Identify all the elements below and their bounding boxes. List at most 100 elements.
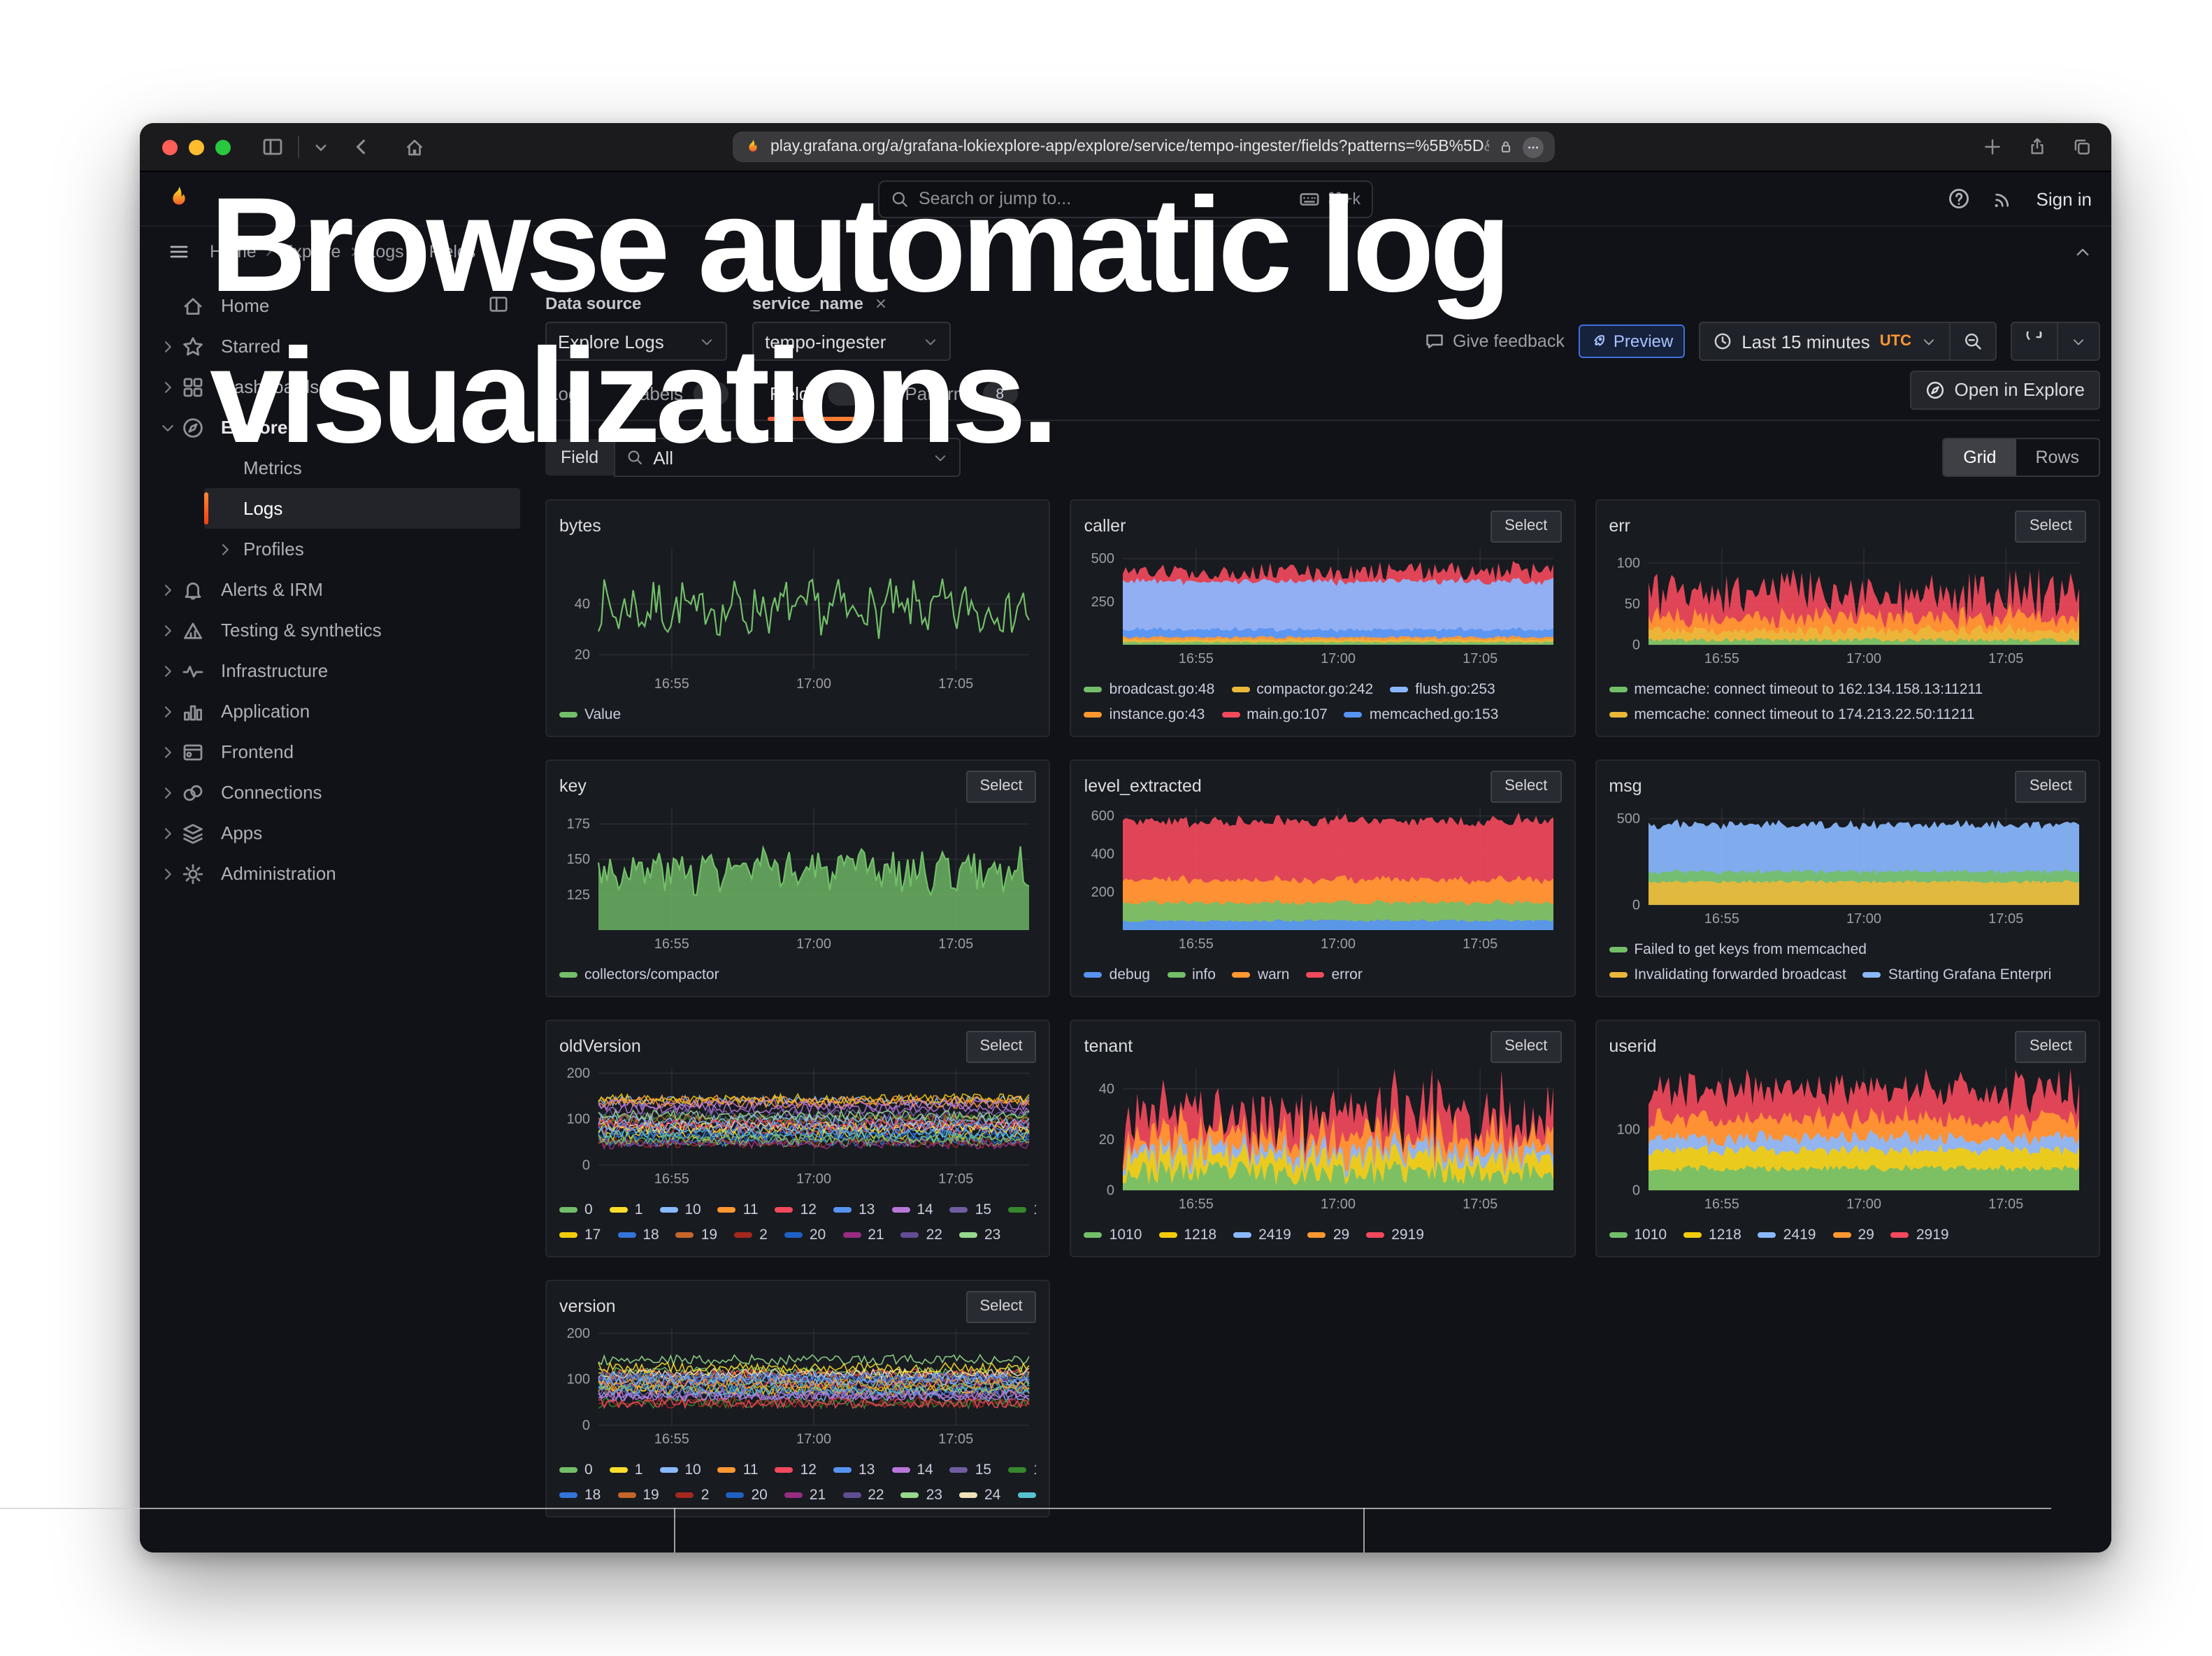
new-tab-icon[interactable] — [1983, 137, 2002, 157]
legend-item[interactable]: 12 — [775, 1462, 817, 1478]
legend-item[interactable]: 13 — [833, 1201, 875, 1218]
legend-item[interactable]: 1218 — [1158, 1227, 1216, 1243]
sidebar-item-infrastructure[interactable]: Infrastructure — [140, 650, 531, 691]
sidebar-item-testing-synthetics[interactable]: Testing & synthetics — [140, 610, 531, 650]
legend-item[interactable]: 17 — [559, 1227, 601, 1243]
legend-item[interactable]: 2 — [676, 1487, 710, 1504]
legend-item[interactable]: 18 — [559, 1487, 601, 1504]
legend-item[interactable]: 2 — [734, 1227, 768, 1243]
refresh-button[interactable] — [2011, 322, 2058, 361]
legend-item[interactable]: 19 — [617, 1487, 659, 1504]
legend-item[interactable]: 14 — [891, 1462, 933, 1478]
sidebar-item-apps[interactable]: Apps — [140, 813, 531, 853]
share-icon[interactable] — [2027, 137, 2047, 157]
legend-item[interactable]: 0 — [559, 1462, 593, 1478]
legend-item[interactable]: warn — [1233, 966, 1290, 983]
legend-item[interactable]: 2419 — [1758, 1227, 1816, 1243]
preview-badge[interactable]: Preview — [1579, 324, 1684, 358]
legend-item[interactable]: Value — [559, 706, 621, 723]
legend-item[interactable]: 15 — [950, 1201, 991, 1218]
legend-item[interactable]: flush.go:253 — [1390, 681, 1495, 698]
url-bar[interactable]: play.grafana.org/a/grafana-lokiexplore-a… — [733, 131, 1555, 162]
zoom-window-button[interactable] — [215, 139, 231, 155]
legend-item[interactable]: 2419 — [1233, 1227, 1291, 1243]
tab-overview-icon[interactable] — [2072, 137, 2092, 157]
time-range-picker[interactable]: Last 15 minutes UTC — [1698, 322, 1951, 361]
legend-item[interactable]: collectors/compactor — [559, 966, 719, 983]
legend-item[interactable]: 23 — [959, 1227, 1000, 1243]
select-button[interactable]: Select — [966, 770, 1037, 802]
legend-item[interactable]: 10 — [659, 1462, 701, 1478]
open-in-explore-button[interactable]: Open in Explore — [1910, 370, 2100, 409]
close-window-button[interactable] — [162, 139, 178, 155]
sign-in-link[interactable]: Sign in — [2037, 188, 2092, 209]
legend-item[interactable]: 16 — [1008, 1462, 1037, 1478]
sidebar-item-connections[interactable]: Connections — [140, 772, 531, 813]
legend-item[interactable]: instance.go:43 — [1084, 706, 1205, 723]
grafana-logo[interactable] — [165, 185, 193, 213]
select-button[interactable]: Select — [1491, 770, 1561, 802]
legend-item[interactable]: 2919 — [1366, 1227, 1424, 1243]
refresh-interval-button[interactable] — [2058, 322, 2100, 361]
sidebar-toggle-icon[interactable] — [261, 136, 284, 158]
legend-item[interactable]: 10 — [659, 1201, 701, 1218]
view-grid-button[interactable]: Grid — [1944, 439, 2016, 476]
legend-item[interactable]: debug — [1084, 966, 1150, 983]
legend-item[interactable]: 13 — [833, 1462, 875, 1478]
sidebar-item-profiles[interactable]: Profiles — [204, 529, 531, 569]
legend-item[interactable]: 1010 — [1084, 1227, 1142, 1243]
select-button[interactable]: Select — [2016, 510, 2086, 542]
legend-item[interactable]: 1218 — [1683, 1227, 1741, 1243]
legend-item[interactable]: main.go:107 — [1221, 706, 1328, 723]
legend-item[interactable]: 16 — [1008, 1201, 1037, 1218]
sidebar-item-logs[interactable]: Logs — [204, 488, 520, 529]
legend-item[interactable]: memcached.go:153 — [1344, 706, 1498, 723]
legend-item[interactable]: 14 — [891, 1201, 933, 1218]
legend-item[interactable]: 24 — [959, 1487, 1000, 1504]
legend-item[interactable]: 18 — [617, 1227, 659, 1243]
sidebar-item-administration[interactable]: Administration — [140, 853, 531, 894]
home-browser-icon[interactable] — [404, 136, 425, 157]
legend-item[interactable]: Failed to get keys from memcached — [1609, 941, 1867, 958]
legend-item[interactable]: 0 — [559, 1201, 593, 1218]
legend-item[interactable]: 20 — [726, 1487, 767, 1504]
legend-item[interactable]: 19 — [676, 1227, 717, 1243]
view-rows-button[interactable]: Rows — [2016, 439, 2099, 476]
legend-item[interactable]: 1 — [610, 1462, 643, 1478]
legend-item[interactable]: 20 — [784, 1227, 826, 1243]
select-button[interactable]: Select — [2016, 770, 2086, 802]
news-rss-icon[interactable] — [1993, 188, 2014, 209]
legend-item[interactable]: Starting Grafana Enterpri — [1863, 966, 2051, 983]
legend-item[interactable]: compactor.go:242 — [1231, 681, 1373, 698]
sidebar-item-frontend[interactable]: Frontend — [140, 731, 531, 772]
sidebar-item-application[interactable]: Application — [140, 691, 531, 731]
menu-icon[interactable] — [168, 241, 190, 263]
select-button[interactable]: Select — [966, 1030, 1037, 1062]
legend-item[interactable]: error — [1306, 966, 1362, 983]
url-more-icon[interactable] — [1523, 136, 1544, 157]
select-button[interactable]: Select — [1491, 1030, 1561, 1062]
legend-item[interactable]: 11 — [718, 1462, 759, 1478]
select-button[interactable]: Select — [1491, 510, 1561, 542]
minimize-window-button[interactable] — [189, 139, 204, 155]
legend-item[interactable]: 1010 — [1609, 1227, 1667, 1243]
legend-item[interactable]: 15 — [950, 1462, 991, 1478]
legend-item[interactable]: memcache: connect timeout to 162.134.158… — [1609, 681, 1983, 698]
chevron-up-icon[interactable] — [2074, 243, 2092, 261]
legend-item[interactable]: 21 — [842, 1227, 884, 1243]
chevron-down-icon[interactable] — [313, 139, 329, 155]
select-button[interactable]: Select — [966, 1290, 1037, 1322]
zoom-out-time-button[interactable] — [1951, 322, 1997, 361]
legend-item[interactable]: 22 — [901, 1227, 942, 1243]
legend-item[interactable]: memcache: connect timeout to 174.213.22.… — [1609, 706, 1974, 723]
legend-item[interactable]: broadcast.go:48 — [1084, 681, 1215, 698]
help-icon[interactable] — [1948, 187, 1971, 210]
legend-item[interactable]: Invalidating forwarded broadcast — [1609, 966, 1846, 983]
legend-item[interactable]: 22 — [842, 1487, 884, 1504]
legend-item[interactable]: 12 — [775, 1201, 817, 1218]
sidebar-item-alerts-irm[interactable]: Alerts & IRM — [140, 569, 531, 610]
legend-item[interactable]: 2919 — [1891, 1227, 1949, 1243]
legend-item[interactable]: 21 — [784, 1487, 826, 1504]
legend-item[interactable]: info — [1167, 966, 1216, 983]
legend-item[interactable]: 29 — [1308, 1227, 1349, 1243]
